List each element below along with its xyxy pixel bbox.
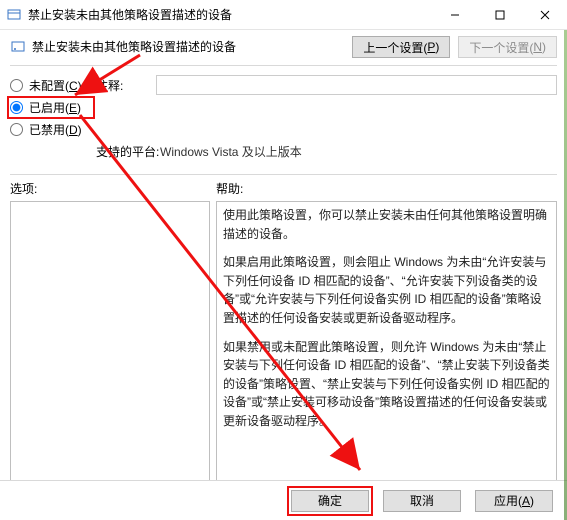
next-setting-button[interactable]: 下一个设置(N) <box>458 36 557 58</box>
help-paragraph: 使用此策略设置，你可以禁止安装未由任何其他策略设置明确描述的设备。 <box>223 206 550 243</box>
policy-icon <box>10 39 26 55</box>
help-paragraph: 如果禁用或未配置此策略设置，则允许 Windows 为未由“禁止安装与下列任何设… <box>223 338 550 431</box>
maximize-button[interactable] <box>477 0 522 29</box>
comment-input[interactable] <box>156 75 557 95</box>
titlebar: 禁止安装未由其他策略设置描述的设备 <box>0 0 567 30</box>
platform-value: Windows Vista 及以上版本 <box>156 143 557 160</box>
comment-label: 注释: <box>96 77 152 94</box>
help-label: 帮助: <box>216 180 557 197</box>
panels: 选项: 帮助: 使用此策略设置，你可以禁止安装未由任何其他策略设置明确描述的设备… <box>10 180 557 481</box>
help-paragraph: 如果启用此策略设置，则会阻止 Windows 为未由“允许安装与下列任何设备 I… <box>223 253 550 327</box>
minimize-button[interactable] <box>432 0 477 29</box>
apply-button[interactable]: 应用(A) <box>475 490 553 512</box>
cancel-button[interactable]: 取消 <box>383 490 461 512</box>
radio-disabled-input[interactable] <box>10 123 23 136</box>
options-box[interactable] <box>10 201 210 481</box>
radio-enabled-input[interactable] <box>10 101 23 114</box>
radio-disabled[interactable]: 已禁用(D) <box>10 121 92 138</box>
options-label: 选项: <box>10 180 210 197</box>
close-button[interactable] <box>522 0 567 29</box>
radio-not-configured-input[interactable] <box>10 79 23 92</box>
radio-not-configured[interactable]: 未配置(C) <box>10 77 92 94</box>
help-box[interactable]: 使用此策略设置，你可以禁止安装未由任何其他策略设置明确描述的设备。 如果启用此策… <box>216 201 557 481</box>
bottom-bar: 确定 取消 应用(A) <box>0 480 567 520</box>
nav-buttons: 上一个设置(P) 下一个设置(N) <box>352 36 557 58</box>
prev-setting-button[interactable]: 上一个设置(P) <box>352 36 450 58</box>
app-icon <box>6 7 22 23</box>
divider <box>10 65 557 66</box>
platform-label: 支持的平台: <box>96 143 152 160</box>
window-buttons <box>432 0 567 29</box>
policy-title: 禁止安装未由其他策略设置描述的设备 <box>32 38 236 55</box>
window-title: 禁止安装未由其他策略设置描述的设备 <box>28 6 432 23</box>
divider-2 <box>10 174 557 175</box>
config-grid: 未配置(C) 注释: 已启用(E) 已禁用(D) 支持的平台: Windows … <box>10 74 557 162</box>
radio-enabled[interactable]: 已启用(E) <box>10 99 92 116</box>
ok-button[interactable]: 确定 <box>291 490 369 512</box>
